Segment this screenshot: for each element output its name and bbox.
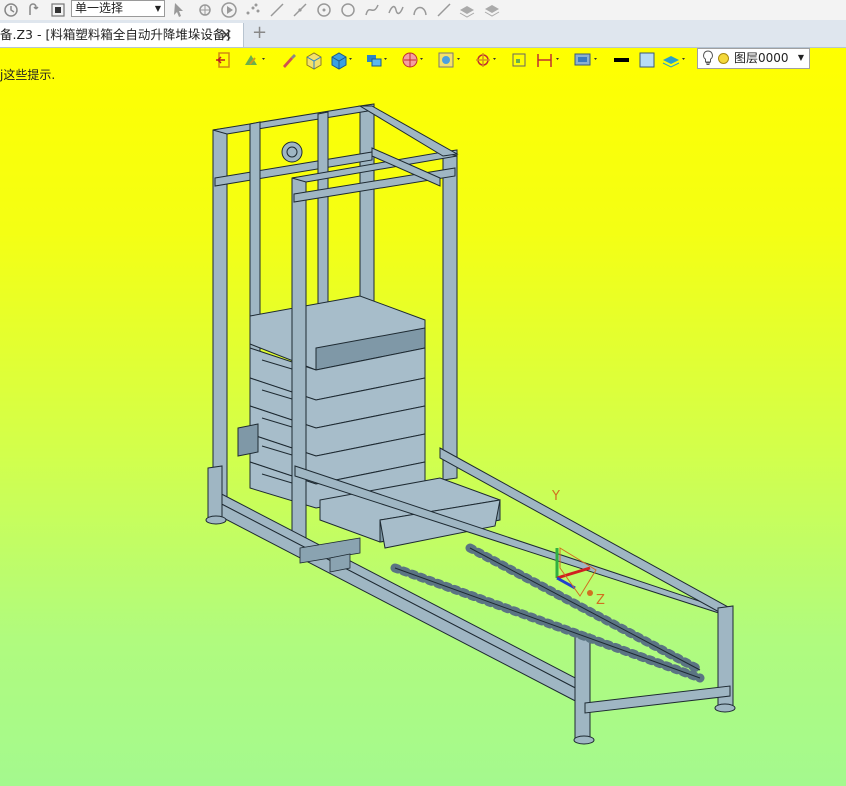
circle-icon[interactable] xyxy=(315,1,333,19)
axis-triad: Y Z xyxy=(551,489,605,608)
3d-viewport[interactable]: j这些提示. 图层0000 ▼ Y Z xyxy=(0,48,846,786)
tab-title: 备.Z3 - [料箱塑料箱全自动升降堆垛设备] xyxy=(0,27,231,42)
line3-icon[interactable] xyxy=(435,1,453,19)
curve-icon[interactable] xyxy=(363,1,381,19)
stop-icon[interactable] xyxy=(49,1,67,19)
line-icon[interactable] xyxy=(268,1,286,19)
pick-filter-icon[interactable] xyxy=(196,1,214,19)
line2-icon[interactable] xyxy=(291,1,309,19)
spline-icon[interactable] xyxy=(387,1,405,19)
new-tab-button[interactable]: + xyxy=(252,23,267,43)
close-icon[interactable]: ✕ xyxy=(220,23,233,47)
pick-arrow-icon[interactable] xyxy=(170,1,188,19)
crate-stack xyxy=(237,295,426,509)
undo-icon[interactable] xyxy=(2,1,20,19)
play-icon[interactable] xyxy=(220,1,238,19)
select-mode-dropdown[interactable]: 单一选择 ▼ xyxy=(71,0,165,17)
circle2-icon[interactable] xyxy=(339,1,357,19)
stacker-model: .fr { fill: #9fb6c3; stroke: #1e2a32; st… xyxy=(205,103,736,745)
chevron-down-icon: ▼ xyxy=(154,4,161,13)
axis-z-label: Z xyxy=(596,593,605,608)
axis-y-label: Y xyxy=(551,489,560,504)
layers-icon[interactable] xyxy=(458,1,476,19)
select-mode-label: 单一选择 xyxy=(75,1,124,15)
top-toolbar: 单一选择 ▼ xyxy=(0,0,846,21)
points-icon[interactable] xyxy=(244,1,262,19)
arc-icon[interactable] xyxy=(411,1,429,19)
redo-icon[interactable] xyxy=(25,1,43,19)
tab-bar: 备.Z3 - [料箱塑料箱全自动升降堆垛设备] ✕ xyxy=(0,20,846,48)
layers2-icon[interactable] xyxy=(483,1,501,19)
tab-document[interactable]: 备.Z3 - [料箱塑料箱全自动升降堆垛设备] ✕ xyxy=(0,23,244,47)
